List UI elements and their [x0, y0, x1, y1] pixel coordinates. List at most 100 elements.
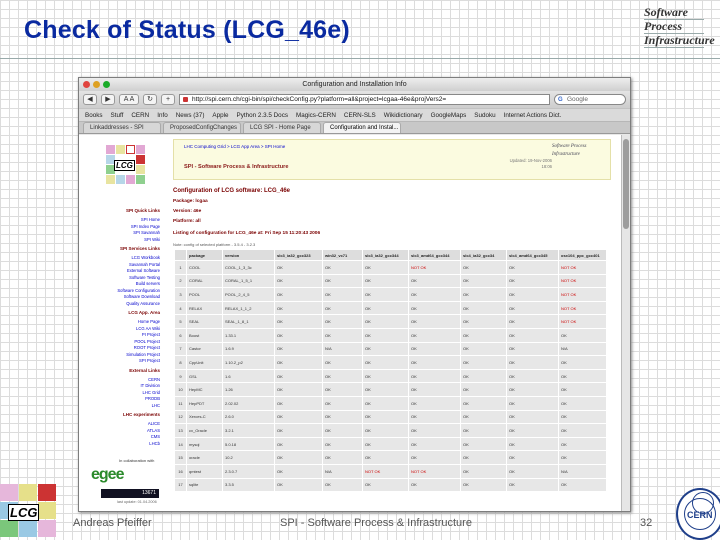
search-input[interactable]: Google: [554, 94, 626, 105]
sidebar-link[interactable]: Simulation Project: [126, 352, 160, 357]
bookmark-item[interactable]: Python 2.3.5 Docs: [237, 112, 288, 119]
table-cell: OK: [558, 450, 607, 465]
table-cell: OK: [274, 327, 323, 343]
browser-tab[interactable]: Linkaddresses - SPI: [83, 122, 161, 133]
sidebar-link[interactable]: Build servers: [136, 281, 160, 286]
sidebar-link[interactable]: SPI Project: [139, 358, 160, 363]
table-cell: 1.26: [222, 382, 275, 397]
table-cell: OK: [506, 382, 559, 397]
add-bookmark-icon[interactable]: +: [161, 94, 175, 105]
sidebar-link[interactable]: Software Testing: [129, 275, 160, 280]
table-cell: OK: [274, 314, 323, 329]
package-link[interactable]: SEAL: [186, 314, 223, 329]
sidebar-link[interactable]: CERN: [148, 377, 160, 382]
package-link[interactable]: sqlite: [186, 477, 223, 493]
bookmark-item[interactable]: Info: [157, 112, 168, 119]
package-link[interactable]: COOL: [186, 260, 223, 275]
egee-logo: egee: [91, 466, 124, 484]
column-header: slc4_ia32_gcc34: [460, 249, 507, 261]
close-button[interactable]: [83, 81, 90, 88]
sidebar-link[interactable]: Software Configuration: [117, 288, 160, 293]
sidebar-link[interactable]: Home Page: [138, 319, 160, 324]
bookmark-item[interactable]: Internet Actions Dict.: [504, 112, 562, 119]
table-cell: OK: [362, 287, 409, 302]
table-cell: OK: [362, 327, 409, 343]
table-cell: OK: [558, 436, 607, 452]
table-cell: OK: [460, 409, 507, 425]
table-cell: OK: [274, 423, 323, 438]
scroll-thumb[interactable]: [623, 139, 629, 229]
browser-tab[interactable]: Configuration and Instal...: [323, 122, 401, 133]
bookmark-item[interactable]: CERN-SLS: [344, 112, 376, 119]
sidebar-link[interactable]: LCG AA Wiki: [136, 326, 160, 331]
sidebar-link[interactable]: Quality Assurance: [126, 301, 160, 306]
table-cell: POOL_2_4_5: [222, 287, 275, 302]
sidebar-link[interactable]: SPI Wiki: [144, 237, 160, 242]
table-cell: OK: [558, 368, 607, 384]
sidebar-link[interactable]: Savannah Portal: [129, 262, 160, 267]
sidebar-link[interactable]: SPI Index Page: [131, 224, 160, 229]
sidebar-heading: SPI Services Links: [119, 246, 160, 251]
url-field[interactable]: http://spi.cern.ch/cgi-bin/spi/checkConf…: [179, 94, 550, 105]
table-row: 3 POOL POOL_2_4_5 OK OK OK OK OK OK NOT OK: [174, 287, 607, 302]
minimize-button[interactable]: [93, 81, 100, 88]
bookmark-item[interactable]: Books: [85, 112, 103, 119]
table-cell: OK: [506, 327, 559, 343]
sidebar-link[interactable]: CMS: [151, 434, 160, 439]
sidebar-link[interactable]: PI Project: [142, 332, 160, 337]
table-cell: OK: [506, 436, 559, 452]
browser-tab[interactable]: LCG SPI - Home Page: [243, 122, 321, 133]
text-size-button[interactable]: A A: [119, 94, 139, 105]
sidebar-link[interactable]: LHCb: [149, 441, 160, 446]
package-link[interactable]: qmtest: [186, 463, 223, 479]
package-link[interactable]: GSL: [186, 368, 223, 384]
sidebar-link[interactable]: POOL Project: [134, 339, 160, 344]
forward-button[interactable]: ▶: [101, 94, 115, 105]
sidebar-link[interactable]: SPI Savannah: [133, 230, 160, 235]
sidebar-link[interactable]: SPI Home: [141, 217, 160, 222]
package-link[interactable]: Boost: [186, 327, 223, 343]
sidebar-link[interactable]: ATLAS: [147, 428, 160, 433]
package-link[interactable]: CppUnit: [186, 355, 223, 370]
package-link[interactable]: POOL: [186, 287, 223, 302]
package-link[interactable]: cx_Oracle: [186, 423, 223, 438]
package-link[interactable]: mysql: [186, 436, 223, 452]
table-cell: OK: [460, 382, 507, 397]
back-button[interactable]: ◀: [83, 94, 97, 105]
sidebar-link[interactable]: LHC: [152, 403, 160, 408]
bookmark-item[interactable]: Wikidictionary: [384, 112, 423, 119]
package-link[interactable]: Castor: [186, 341, 223, 357]
breadcrumb[interactable]: LHC Computing Grid > LCG App Area > SPI …: [184, 144, 285, 149]
table-cell: OK: [506, 477, 559, 493]
bookmark-item[interactable]: Magics-CERN: [296, 112, 336, 119]
header-title: SPI - Software Process & Infrastructure: [184, 164, 289, 170]
sidebar-link[interactable]: Software Download: [124, 294, 160, 299]
package-link[interactable]: CORAL: [186, 273, 223, 289]
sidebar-link[interactable]: IT Division: [141, 383, 160, 388]
package-link[interactable]: RELAX: [186, 300, 223, 316]
sidebar-link[interactable]: LCG Workbook: [131, 255, 160, 260]
sidebar-link[interactable]: LHC Grid: [143, 390, 160, 395]
bookmark-item[interactable]: News (37): [176, 112, 205, 119]
bookmark-item[interactable]: GoogleMaps: [431, 112, 467, 119]
package-link[interactable]: HepPDT: [186, 395, 223, 411]
reload-icon[interactable]: ↻: [143, 94, 157, 105]
bookmark-item[interactable]: Apple: [212, 112, 228, 119]
table-cell: 2.3.0.7: [222, 463, 275, 479]
bookmark-item[interactable]: CERN: [131, 112, 149, 119]
package-link[interactable]: HepMC: [186, 382, 223, 397]
browser-tab[interactable]: ProposedConfigChanges: [163, 122, 241, 133]
sidebar-link[interactable]: External Software: [127, 268, 160, 273]
bookmark-item[interactable]: Stuff: [111, 112, 124, 119]
bookmark-item[interactable]: Sudoku: [474, 112, 495, 119]
package-link[interactable]: Xerces-C: [186, 409, 223, 425]
sidebar-link[interactable]: PRODB: [145, 396, 160, 401]
package-link[interactable]: oracle: [186, 450, 223, 465]
sidebar: LCG In collaboration with egee 13671 las…: [79, 135, 166, 511]
zoom-button[interactable]: [103, 81, 110, 88]
vertical-scrollbar[interactable]: [621, 135, 630, 511]
sidebar-link[interactable]: ROOT Project: [134, 345, 160, 350]
table-cell: OK: [460, 368, 507, 384]
table-cell: NOT OK: [408, 463, 461, 479]
sidebar-link[interactable]: ALICE: [148, 421, 160, 426]
